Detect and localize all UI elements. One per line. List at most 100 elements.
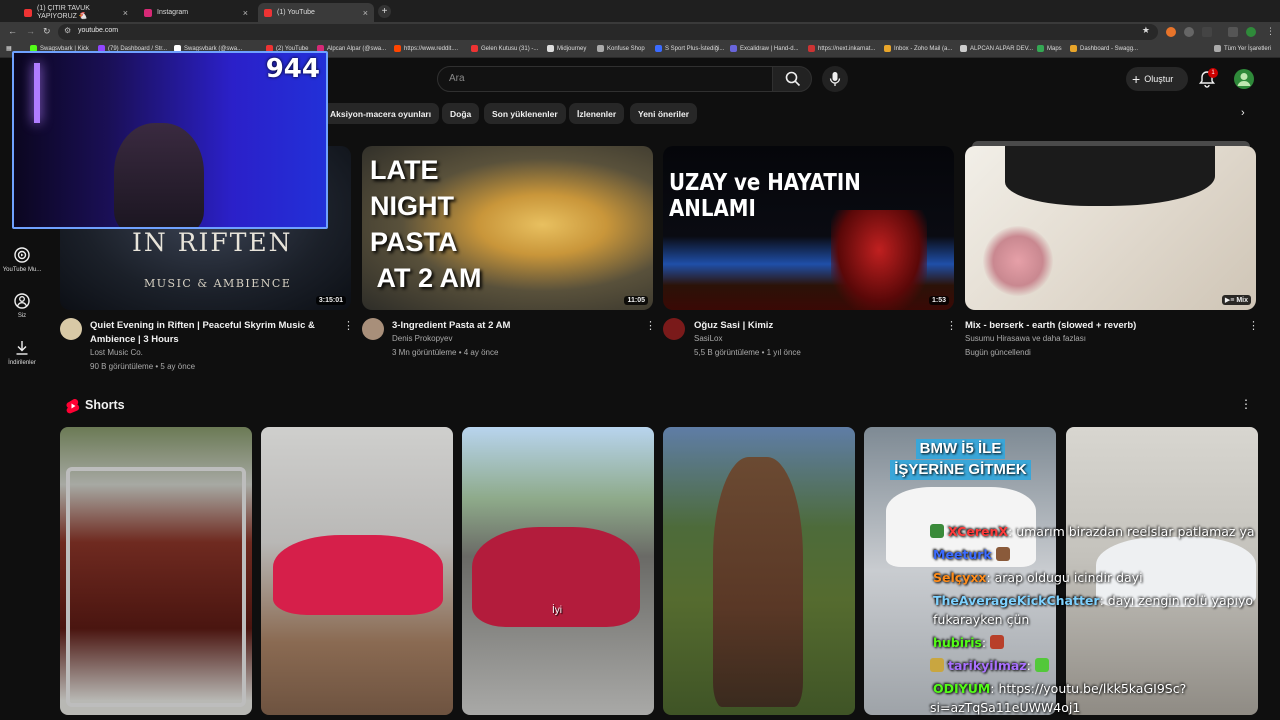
plus-icon: + xyxy=(1132,71,1141,87)
bookmark-item[interactable]: Maps xyxy=(1037,45,1062,52)
search-input[interactable]: Ara xyxy=(437,66,773,92)
short-thumbnail[interactable] xyxy=(261,427,453,715)
extension-icon[interactable] xyxy=(1184,27,1194,37)
youtube-favicon-icon xyxy=(264,8,272,17)
bookmark-favicon-icon xyxy=(597,45,604,52)
browser-tab-kick[interactable]: (1) ÇITIR TAVUK YAPIYORUZ 🐔 × xyxy=(18,3,134,22)
short-thumbnail[interactable]: İyi xyxy=(462,427,654,715)
shorts-menu-icon[interactable]: ⋮ xyxy=(1240,397,1252,411)
voice-search-button[interactable] xyxy=(822,66,848,92)
chat-message-continued: si=azTqSa11eUWW4oj1 xyxy=(930,700,1081,715)
browser-tab-instagram[interactable]: Instagram × xyxy=(138,3,254,22)
video-thumbnail[interactable]: ▶≡ Mix xyxy=(965,146,1256,310)
sidebar-item-label: İndirilenler xyxy=(8,360,36,366)
new-tab-button[interactable]: + xyxy=(378,5,391,18)
chat-badge-icon xyxy=(930,658,944,672)
close-tab-icon[interactable]: × xyxy=(243,8,248,18)
extension-icon[interactable] xyxy=(1166,27,1176,37)
channel-avatar[interactable] xyxy=(362,318,384,340)
sidebar-item-youtube-music[interactable]: YouTube Mu... xyxy=(0,246,44,273)
short-thumbnail[interactable] xyxy=(60,427,252,715)
you-icon xyxy=(14,293,30,309)
channel-name[interactable]: Denis Prokopyev xyxy=(392,334,452,343)
chip-action-adventure[interactable]: Aksiyon-macera oyunları xyxy=(322,103,440,124)
bookmark-item[interactable]: Gelen Kutusu (31) -... xyxy=(471,45,538,52)
bookmark-item[interactable]: Excalidraw | Hand-d... xyxy=(730,45,799,52)
video-menu-icon[interactable]: ⋮ xyxy=(343,319,354,332)
create-button[interactable]: + Oluştur xyxy=(1126,67,1188,91)
channel-name[interactable]: SasiLox xyxy=(694,334,722,343)
tab-title: (1) YouTube xyxy=(277,9,315,16)
webcam-light xyxy=(34,63,40,123)
video-title[interactable]: 3-Ingredient Pasta at 2 AM xyxy=(392,319,632,333)
bookmark-favicon-icon xyxy=(1070,45,1077,52)
media-icon[interactable] xyxy=(1228,27,1238,37)
search-button[interactable] xyxy=(772,66,812,92)
channel-name[interactable]: Susumu Hirasawa ve daha fazlası xyxy=(965,334,1086,343)
chip-watched[interactable]: İzlenenler xyxy=(569,103,625,124)
short-caption: İyi xyxy=(552,605,562,616)
instagram-favicon-icon xyxy=(144,8,152,17)
channel-avatar[interactable] xyxy=(60,318,82,340)
all-bookmarks-folder[interactable]: Tüm Yer İşaretleri xyxy=(1214,45,1271,52)
chip-recently-uploaded[interactable]: Son yüklenenler xyxy=(484,103,566,124)
video-meta: Bugün güncellendi xyxy=(965,348,1031,357)
chat-badge-icon xyxy=(930,524,944,538)
thumbnail-title-text: LATE NIGHT PASTA AT 2 AM xyxy=(370,155,482,293)
reload-icon[interactable]: ↻ xyxy=(43,26,51,37)
chat-emote-icon xyxy=(995,547,1010,561)
chip-new-recommendations[interactable]: Yeni öneriler xyxy=(630,103,698,124)
profile-avatar-icon[interactable] xyxy=(1246,27,1256,37)
bookmark-item[interactable]: Midjourney xyxy=(547,45,586,52)
video-thumbnail[interactable]: UZAY ve HAYATIN ANLAMI 1:53 xyxy=(663,146,954,310)
chat-emote-icon xyxy=(990,635,1005,649)
bookmark-item[interactable]: Inbox - Zoho Mail (a... xyxy=(884,45,952,52)
thumbnail-subtitle-text: MUSIC & AMBIENCE xyxy=(144,277,292,290)
video-title[interactable]: Quiet Evening in Riften | Peaceful Skyri… xyxy=(90,319,330,347)
bookmark-item[interactable]: https://next.inkarnat... xyxy=(808,45,875,52)
chip-nature[interactable]: Doğa xyxy=(442,103,480,124)
channel-name[interactable]: Lost Music Co. xyxy=(90,348,143,357)
bookmark-item[interactable]: Dashboard - Swagg... xyxy=(1070,45,1138,52)
chat-message: TheAverageKickChatter: dayı zengin rolü … xyxy=(933,593,1254,608)
chips-next-arrow-icon[interactable]: › xyxy=(1241,107,1245,119)
video-menu-icon[interactable]: ⋮ xyxy=(645,319,656,332)
bookmark-star-icon[interactable]: ★ xyxy=(1142,25,1150,36)
account-avatar[interactable] xyxy=(1234,69,1254,89)
bookmark-favicon-icon xyxy=(960,45,967,52)
short-thumbnail[interactable] xyxy=(663,427,855,715)
bookmark-favicon-icon xyxy=(808,45,815,52)
video-menu-icon[interactable]: ⋮ xyxy=(946,319,957,332)
channel-avatar[interactable] xyxy=(663,318,685,340)
microphone-icon xyxy=(829,72,841,86)
close-tab-icon[interactable]: × xyxy=(123,8,128,18)
back-arrow-icon[interactable]: ← xyxy=(8,26,17,36)
create-label: Oluştur xyxy=(1144,74,1174,84)
shorts-section-title: Shorts xyxy=(85,398,125,412)
tab-title: Instagram xyxy=(157,9,189,16)
video-title[interactable]: Mix - berserk - earth (slowed + reverb) xyxy=(965,319,1205,333)
video-meta: 90 B görüntüleme • 5 ay önce xyxy=(90,362,196,371)
bookmark-item[interactable]: S Sport Plus-İstediği... xyxy=(655,45,724,52)
chat-message: XCerenX: umarım birazdan reelslar patlam… xyxy=(930,524,1255,539)
address-bar[interactable]: ⚙ youtube.com ★ xyxy=(58,24,1158,40)
video-menu-icon[interactable]: ⋮ xyxy=(1248,319,1259,332)
forward-arrow-icon[interactable]: → xyxy=(26,26,35,36)
browser-menu-icon[interactable]: ⋮ xyxy=(1266,26,1275,37)
sidebar-item-you[interactable]: Siz xyxy=(0,292,44,319)
video-title[interactable]: Oğuz Sasi | Kimiz xyxy=(694,319,934,333)
bookmark-item[interactable]: ALPCAN ALPAR DEV... xyxy=(960,45,1033,52)
close-tab-icon[interactable]: × xyxy=(363,8,368,18)
extensions-puzzle-icon[interactable] xyxy=(1202,27,1212,37)
browser-toolbar: ← → ↻ ⚙ youtube.com ★ ⋮ xyxy=(0,22,1280,42)
sidebar-item-label: YouTube Mu... xyxy=(2,267,42,273)
short-caption: BMW İ5 İLE İŞYERİNE GİTMEK xyxy=(888,439,1033,480)
bookmark-item[interactable]: Konfuse Shop xyxy=(597,45,645,52)
sidebar-item-downloads[interactable]: İndirilenler xyxy=(0,339,44,366)
video-thumbnail[interactable]: LATE NIGHT PASTA AT 2 AM 11:05 xyxy=(362,146,653,310)
browser-tab-youtube[interactable]: (1) YouTube × xyxy=(258,3,374,22)
site-info-icon[interactable]: ⚙ xyxy=(64,26,71,35)
apps-grid-icon[interactable]: ▦ xyxy=(6,45,12,52)
bookmark-item[interactable]: https://www.reddit.... xyxy=(394,45,458,52)
mix-badge: ▶≡ Mix xyxy=(1221,295,1251,305)
